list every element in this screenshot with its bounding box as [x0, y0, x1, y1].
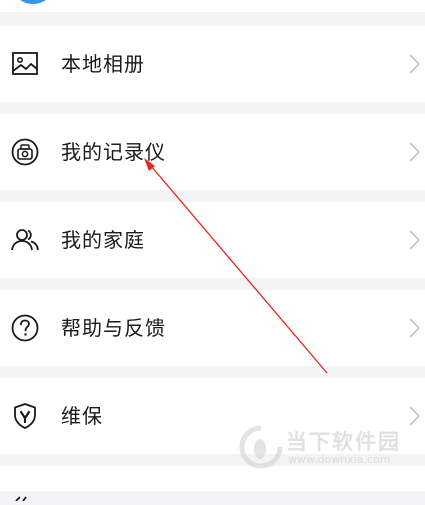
chevron-right-icon: [407, 53, 423, 75]
family-icon: [10, 225, 40, 255]
partial-icon: [14, 486, 34, 502]
menu-item-my-family[interactable]: 我的家庭: [0, 202, 425, 278]
profile-header-edge: [0, 0, 425, 12]
watermark: 当下软件园 www.downxia.com: [238, 424, 410, 474]
menu-item-help-feedback[interactable]: 帮助与反馈: [0, 290, 425, 366]
menu-item-label: 我的家庭: [61, 228, 145, 252]
menu-item-label: 我的记录仪: [61, 140, 166, 164]
menu-item-label: 帮助与反馈: [61, 316, 166, 340]
dashcam-icon: [10, 137, 40, 167]
watermark-url: www.downxia.com: [288, 453, 391, 466]
menu-item-label: 本地相册: [61, 52, 145, 76]
menu-item-label: 维保: [61, 404, 103, 428]
help-icon: [10, 313, 40, 343]
menu-item-local-album[interactable]: 本地相册: [0, 26, 425, 102]
chevron-right-icon: [407, 229, 423, 251]
watermark-name: 当下软件园: [286, 430, 401, 454]
chevron-right-icon: [407, 317, 423, 339]
watermark-logo-icon: [239, 425, 283, 469]
image-icon: [10, 49, 40, 79]
chevron-right-icon: [407, 141, 423, 163]
maintenance-shield-icon: [10, 401, 40, 431]
menu-item-my-dashcam[interactable]: 我的记录仪: [0, 114, 425, 190]
avatar[interactable]: [14, 0, 52, 4]
